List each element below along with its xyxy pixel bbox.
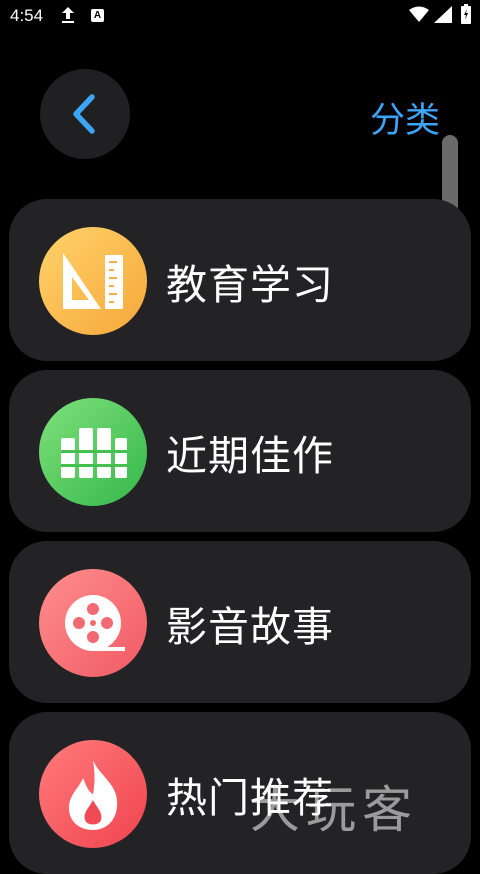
books-icon	[39, 398, 147, 506]
status-bar: 4:54 A	[0, 0, 480, 34]
upload-icon	[62, 7, 74, 23]
ruler-triangle-icon	[39, 227, 147, 335]
signal-icon	[434, 6, 452, 23]
category-card-hot[interactable]: 热门推荐	[9, 712, 471, 874]
wifi-icon	[409, 6, 429, 22]
flame-icon	[39, 740, 147, 848]
category-label: 热门推荐	[166, 774, 334, 822]
battery-icon	[461, 4, 471, 24]
app-notification-icon: A	[91, 9, 104, 22]
page-title: 分类	[369, 101, 440, 141]
chevron-left-icon	[73, 94, 95, 134]
category-label: 教育学习	[166, 261, 334, 309]
category-card-film[interactable]: 影音故事	[9, 541, 471, 703]
category-card-education[interactable]: 教育学习	[9, 199, 471, 361]
back-button[interactable]	[40, 69, 130, 159]
film-reel-icon	[39, 569, 147, 677]
status-time: 4:54	[10, 6, 44, 25]
category-label: 影音故事	[166, 603, 334, 651]
category-label: 近期佳作	[166, 432, 334, 480]
category-card-recent[interactable]: 近期佳作	[9, 370, 471, 532]
